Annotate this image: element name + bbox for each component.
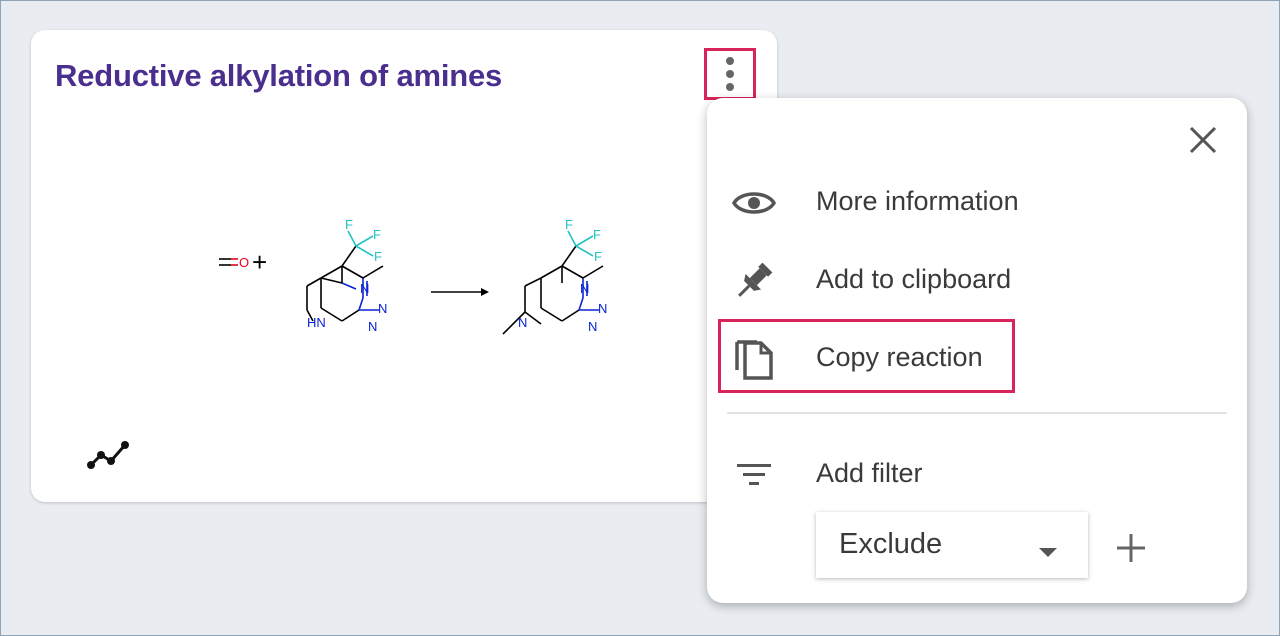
menu-item-more-information[interactable]: More information: [707, 170, 1247, 232]
plus-sign: +: [252, 247, 267, 277]
n-atom-label: N: [580, 281, 589, 296]
menu-item-copy-reaction[interactable]: Copy reaction: [707, 326, 1247, 388]
reactant-molecule: HN N N N F F F: [306, 217, 387, 334]
menu-item-label: More information: [816, 186, 1019, 216]
f-atom-label: F: [374, 249, 382, 264]
select-value: Exclude: [839, 528, 943, 560]
copy-icon: [735, 340, 773, 380]
kebab-dot: [726, 83, 734, 91]
chevron-down-icon: [1039, 548, 1057, 557]
trend-icon[interactable]: [85, 435, 133, 475]
n-atom-label: N: [598, 301, 607, 316]
n-atom-label: N: [360, 281, 369, 296]
menu-item-label: Add to clipboard: [816, 264, 1012, 294]
kebab-dot: [726, 70, 734, 78]
n-atom-label: N: [588, 319, 597, 334]
context-menu: More information Add to clipboard Copy r…: [707, 98, 1247, 603]
n-atom-label: N: [378, 301, 387, 316]
close-icon[interactable]: [1185, 122, 1221, 158]
menu-item-label: Copy reaction: [816, 342, 983, 372]
menu-item-label: Add filter: [816, 458, 923, 488]
filter-mode-select[interactable]: Exclude: [816, 512, 1088, 578]
reaction-arrow-head: [481, 288, 489, 296]
f-atom-label: F: [594, 249, 602, 264]
n-atom-label: N: [368, 319, 377, 334]
f-atom-label: F: [373, 227, 381, 242]
menu-item-add-filter[interactable]: Add filter: [707, 442, 1247, 504]
oxygen-atom-label: O: [239, 255, 249, 270]
hn-atom-label: HN: [307, 315, 326, 330]
f-atom-label: F: [593, 227, 601, 242]
f-atom-label: F: [345, 217, 353, 232]
menu-item-add-to-clipboard[interactable]: Add to clipboard: [707, 248, 1247, 310]
kebab-dot: [726, 57, 734, 65]
plus-icon[interactable]: [1111, 528, 1151, 568]
card-title: Reductive alkylation of amines: [55, 58, 503, 93]
more-options-button[interactable]: [704, 48, 756, 100]
product-molecule: N N N N F F F: [502, 217, 607, 335]
n-atom-label: N: [518, 315, 527, 330]
reaction-scheme: O + HN N N N F F F N N N N F F F: [219, 217, 607, 335]
menu-divider: [727, 412, 1227, 414]
filter-icon: [737, 464, 771, 485]
eye-icon: [731, 192, 777, 214]
pin-icon: [738, 262, 773, 297]
f-atom-label: F: [565, 217, 573, 232]
reaction-card: Reductive alkylation of amines O + HN N …: [31, 30, 777, 502]
